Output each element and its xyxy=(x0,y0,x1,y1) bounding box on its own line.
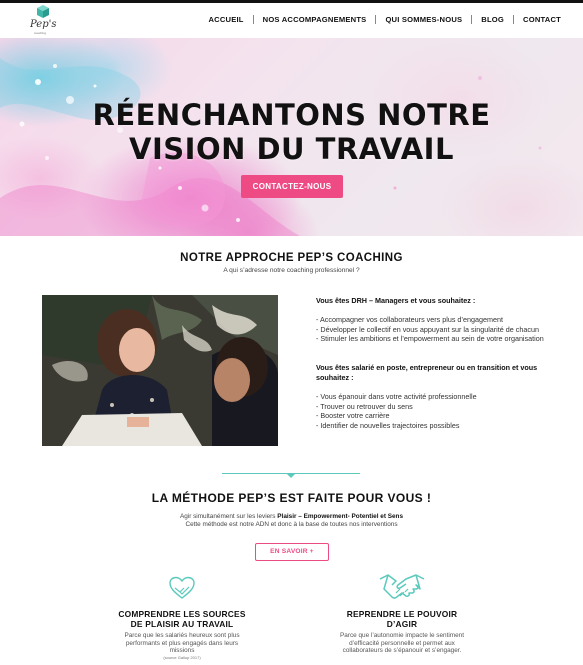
logo[interactable]: Pep's coaching xyxy=(28,5,58,37)
nav-separator xyxy=(513,15,515,24)
method-title: LA MÉTHODE PEP’S EST FAITE POUR VOUS ! xyxy=(151,491,432,505)
list-item: - Stimuler les ambitions et l’empowermen… xyxy=(316,334,544,344)
list-item: - Développer le collectif en vous appuya… xyxy=(316,324,539,334)
contact-button[interactable]: CONTACTEZ-NOUS xyxy=(241,175,343,198)
feature-text-plaisir: Parce que les salariés heureux sont plus… xyxy=(124,632,240,655)
hero-title: RÉENCHANTONS NOTRE VISION DU TRAVAIL xyxy=(0,98,583,166)
employee-question: Vous êtes salarié en poste, entrepreneur… xyxy=(316,363,538,382)
approach-text: Vous êtes DRH – Managers et vous souhait… xyxy=(316,296,544,430)
list-item: - Trouver ou retrouver du sens xyxy=(316,401,413,411)
cube-logo-icon xyxy=(37,5,49,18)
logo-subtext: coaching xyxy=(34,31,47,35)
nav-qui-sommes-nous[interactable]: QUI SOMMES-NOUS xyxy=(385,15,462,24)
feature-text-pouvoir: Parce que l’autonomie impacte le sentime… xyxy=(340,632,464,655)
nav-separator xyxy=(375,15,377,24)
coaching-photo xyxy=(42,295,278,446)
learn-more-button[interactable]: EN SAVOIR + xyxy=(255,543,329,561)
feature-title-plaisir: COMPRENDRE LES SOURCES DE PLAISIR AU TRA… xyxy=(118,609,246,629)
logo-text: Pep's xyxy=(30,19,57,30)
heart-hands-icon xyxy=(169,576,195,599)
main-nav: ACCUEIL NOS ACCOMPAGNEMENTS QUI SOMMES-N… xyxy=(208,15,561,24)
approach-subtitle: A qui s’adresse notre coaching professio… xyxy=(223,267,360,274)
list-item: - Booster votre carrière xyxy=(316,411,390,421)
list-item: - Vous épanouir dans votre activité prof… xyxy=(316,391,477,401)
hero-title-line2: VISION DU TRAVAIL xyxy=(129,132,454,166)
nav-separator xyxy=(252,15,254,24)
list-item: - Identifier de nouvelles trajectoires p… xyxy=(316,420,460,430)
method-text-line2: Cette méthode est notre ADN et donc à la… xyxy=(185,521,398,528)
feature-title-pouvoir: REPRENDRE LE POUVOIR D’AGIR xyxy=(346,609,458,629)
hero-banner: RÉENCHANTONS NOTRE VISION DU TRAVAIL CON… xyxy=(0,38,583,236)
hero-title-line1: RÉENCHANTONS NOTRE xyxy=(92,98,491,132)
approach-title: NOTRE APPROCHE PEP’S COACHING xyxy=(180,252,403,264)
nav-contact[interactable]: CONTACT xyxy=(523,15,561,24)
feature-source: (source Gallup 2017) xyxy=(163,655,201,660)
divider-arrow-icon xyxy=(287,474,295,478)
list-item: - Accompagner vos collaborateurs vers pl… xyxy=(316,315,503,325)
handshake-icon xyxy=(379,574,425,599)
method-description: Agir simultanément sur les leviers Plais… xyxy=(0,513,583,529)
method-text-prefix: Agir simultanément sur les leviers xyxy=(179,513,278,520)
method-levers: Plaisir – Empowerment- Potentiel et Sens xyxy=(277,513,404,520)
site-header: Pep's coaching ACCUEIL NOS ACCOMPAGNEMEN… xyxy=(0,3,583,38)
nav-separator xyxy=(471,15,473,24)
drh-question: Vous êtes DRH – Managers et vous souhait… xyxy=(316,296,476,305)
nav-blog[interactable]: BLOG xyxy=(481,15,504,24)
nav-accompagnements[interactable]: NOS ACCOMPAGNEMENTS xyxy=(263,15,367,24)
nav-accueil[interactable]: ACCUEIL xyxy=(208,15,243,24)
